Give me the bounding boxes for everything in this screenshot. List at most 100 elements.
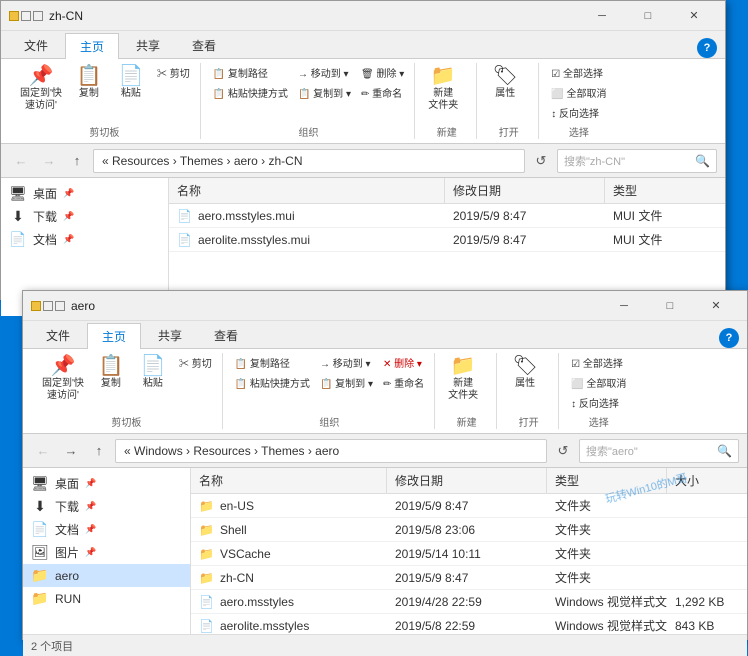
cut-btn-2[interactable]: ✂ 剪切 <box>175 353 216 372</box>
file-cell-date-shell: 2019/5/8 23:06 <box>387 518 547 541</box>
file-row-vscache[interactable]: 📁 VSCache 2019/5/14 10:11 文件夹 <box>191 542 747 566</box>
selectall-btn-1[interactable]: ☑ 全部选择 <box>547 63 610 82</box>
newfolder-btn-1[interactable]: 📁 新建文件夹 <box>423 63 463 115</box>
tab-home-2[interactable]: 主页 <box>87 323 141 349</box>
rename-btn-1[interactable]: ✏ 重命名 <box>357 83 408 102</box>
pasteshort-btn-1[interactable]: 📋 粘贴快捷方式 <box>209 83 292 102</box>
invertsel-btn-2[interactable]: ↕ 反向选择 <box>567 393 630 412</box>
copy-btn-1[interactable]: 📋 复制 <box>69 63 109 103</box>
rename-btn-2[interactable]: ✏ 重命名 <box>379 373 428 392</box>
address-path-1[interactable]: « Resources › Themes › aero › zh-CN <box>93 149 525 173</box>
close-btn-1[interactable]: ✕ <box>671 1 717 31</box>
maximize-btn-1[interactable]: □ <box>625 1 671 31</box>
refresh-btn-1[interactable]: ↺ <box>529 149 553 173</box>
col-type-1[interactable]: 类型 <box>605 178 725 203</box>
col-date-1[interactable]: 修改日期 <box>445 178 605 203</box>
pin-btn-1[interactable]: 📌 固定到'快速访问' <box>15 63 67 115</box>
search-box-1[interactable]: 搜索"zh-CN" 🔍 <box>557 149 717 173</box>
copyto-btn-2[interactable]: 📋 复制到 ▾ <box>316 373 377 392</box>
file-icon-aerolite-ms: 📄 <box>199 619 214 633</box>
pasteshort-btn-2[interactable]: 📋 粘贴快捷方式 <box>231 373 314 392</box>
col-size-2[interactable]: 大小 <box>667 468 747 493</box>
copyto-btn-1[interactable]: 📋 复制到 ▾ <box>294 83 355 102</box>
refresh-btn-2[interactable]: ↺ <box>551 439 575 463</box>
file-icon-aero-ms: 📄 <box>199 595 214 609</box>
file-cell-date-1: 2019/5/9 8:47 <box>445 204 605 227</box>
docs-label-1: 文档 <box>33 231 57 248</box>
copypath-btn-1[interactable]: 📋 复制路径 <box>209 63 292 82</box>
minimize-btn-2[interactable]: ─ <box>601 291 647 321</box>
file-row-zh-cn[interactable]: 📁 zh-CN 2019/5/9 8:47 文件夹 <box>191 566 747 590</box>
downloads-icon-1: ⬇ <box>9 208 27 225</box>
sidebar-item-desktop-1[interactable]: 🖥 桌面 📌 <box>1 182 168 205</box>
search-box-2[interactable]: 搜索"aero" 🔍 <box>579 439 739 463</box>
pics-label-2: 图片 <box>55 544 79 561</box>
file-row-en-us[interactable]: 📁 en-US 2019/5/9 8:47 文件夹 <box>191 494 747 518</box>
sidebar-item-docs-1[interactable]: 📄 文档 📌 <box>1 228 168 251</box>
sidebar-item-downloads-1[interactable]: ⬇ 下载 📌 <box>1 205 168 228</box>
tab-home-1[interactable]: 主页 <box>65 33 119 59</box>
maximize-btn-2[interactable]: □ <box>647 291 693 321</box>
back-btn-2[interactable]: ← <box>31 439 55 463</box>
help-btn-2[interactable]: ? <box>719 328 739 348</box>
close-btn-2[interactable]: ✕ <box>693 291 739 321</box>
back-btn-1[interactable]: ← <box>9 149 33 173</box>
moveto-btn-2[interactable]: → 移动到 ▾ <box>316 353 377 372</box>
up-btn-1[interactable]: ↑ <box>65 149 89 173</box>
file-cell-name-en-us: 📁 en-US <box>191 494 387 517</box>
help-btn-1[interactable]: ? <box>697 38 717 58</box>
pin-btn-2[interactable]: 📌 固定到'快速访问' <box>37 353 89 405</box>
newfolder-btn-2[interactable]: 📁 新建文件夹 <box>443 353 483 405</box>
ribbon-tabs-1: 文件 主页 共享 查看 ? <box>1 31 725 59</box>
col-name-2[interactable]: 名称 <box>191 468 387 493</box>
tab-share-1[interactable]: 共享 <box>121 32 175 58</box>
file-row-aero-msstyles[interactable]: 📄 aero.msstyles 2019/4/28 22:59 Windows … <box>191 590 747 614</box>
window-zh-cn: zh-CN ─ □ ✕ 文件 主页 共享 查看 ? 📌 固定到'快速访问' 📋 … <box>0 0 726 300</box>
sidebar-item-docs-2[interactable]: 📄 文档 📌 <box>23 518 190 541</box>
title-sq2b <box>43 301 53 311</box>
forward-btn-1[interactable]: → <box>37 149 61 173</box>
col-date-2[interactable]: 修改日期 <box>387 468 547 493</box>
address-path-2[interactable]: « Windows › Resources › Themes › aero <box>115 439 547 463</box>
moveto-btn-1[interactable]: → 移动到 ▾ <box>294 63 355 82</box>
copy-btn-2[interactable]: 📋 复制 <box>91 353 131 393</box>
window-controls-2: ─ □ ✕ <box>601 291 739 321</box>
tab-file-1[interactable]: 文件 <box>9 32 63 58</box>
sidebar-item-pics-2[interactable]: 🖼 图片 📌 <box>23 541 190 564</box>
delete-btn-1[interactable]: 🗑 删除 ▾ <box>357 63 408 82</box>
file-row-shell[interactable]: 📁 Shell 2019/5/8 23:06 文件夹 <box>191 518 747 542</box>
sidebar-item-desktop-2[interactable]: 🖥 桌面 📌 <box>23 472 190 495</box>
tab-share-2[interactable]: 共享 <box>143 322 197 348</box>
paste-btn-2[interactable]: 📄 粘贴 <box>133 353 173 393</box>
window-controls-1: ─ □ ✕ <box>579 1 717 31</box>
selectall-btn-2[interactable]: ☑ 全部选择 <box>567 353 630 372</box>
cut-btn-1[interactable]: ✂ 剪切 <box>153 63 194 82</box>
sidebar-item-downloads-2[interactable]: ⬇ 下载 📌 <box>23 495 190 518</box>
selectnone-btn-2[interactable]: ⬜ 全部取消 <box>567 373 630 392</box>
minimize-btn-1[interactable]: ─ <box>579 1 625 31</box>
file-row-aerolite-msstyles[interactable]: 📄 aerolite.msstyles 2019/5/8 22:59 Windo… <box>191 614 747 634</box>
invertsel-btn-1[interactable]: ↕ 反向选择 <box>547 103 610 122</box>
paste-btn-1[interactable]: 📄 粘贴 <box>111 63 151 103</box>
file-cell-size-shell <box>667 518 747 541</box>
col-name-1[interactable]: 名称 <box>169 178 445 203</box>
tab-view-1[interactable]: 查看 <box>177 32 231 58</box>
sidebar-item-run-2[interactable]: 📁 RUN <box>23 587 190 610</box>
tab-file-2[interactable]: 文件 <box>31 322 85 348</box>
up-btn-2[interactable]: ↑ <box>87 439 111 463</box>
delete-btn-2[interactable]: ✕ 删除 ▾ <box>379 353 428 372</box>
file-cell-date-zh-cn: 2019/5/9 8:47 <box>387 566 547 589</box>
ribbon-group-new-1: 📁 新建文件夹 新建 <box>417 63 477 139</box>
file-row-2[interactable]: 📄 aerolite.msstyles.mui 2019/5/9 8:47 MU… <box>169 228 725 252</box>
properties-btn-2[interactable]: 🏷 属性 <box>505 353 545 393</box>
name-aerolite-ms: aerolite.msstyles <box>220 619 309 633</box>
tab-view-2[interactable]: 查看 <box>199 322 253 348</box>
paste-label-2: 粘贴 <box>143 378 163 390</box>
selectnone-btn-1[interactable]: ⬜ 全部取消 <box>547 83 610 102</box>
sidebar-item-aero-2[interactable]: 📁 aero <box>23 564 190 587</box>
file-row-1[interactable]: 📄 aero.msstyles.mui 2019/5/9 8:47 MUI 文件 <box>169 204 725 228</box>
properties-btn-1[interactable]: 🏷 属性 <box>485 63 525 103</box>
forward-btn-2[interactable]: → <box>59 439 83 463</box>
copypath-btn-2[interactable]: 📋 复制路径 <box>231 353 314 372</box>
col-type-2[interactable]: 类型 <box>547 468 667 493</box>
